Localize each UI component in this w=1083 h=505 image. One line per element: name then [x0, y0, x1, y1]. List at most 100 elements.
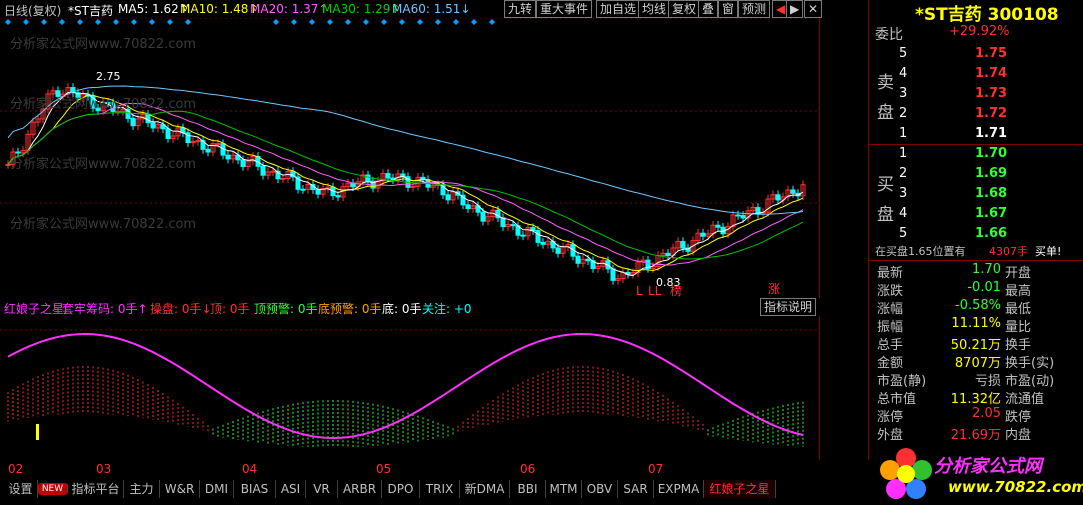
period-label[interactable]: 日线(复权): [4, 2, 61, 19]
candle-body: [315, 189, 321, 195]
tab-7[interactable]: ASI: [276, 480, 306, 498]
stat-label: 振幅: [877, 320, 904, 335]
tab-10[interactable]: DPO: [382, 480, 420, 498]
header-button-0[interactable]: 九转: [504, 0, 537, 18]
event-marker: [95, 19, 101, 25]
close-button[interactable]: ✕: [804, 0, 823, 18]
candle-body: [540, 241, 546, 245]
chart-header: 日线(复权) *ST吉药 MA5: 1.62↑ MA10: 1.48↑ MA20…: [0, 0, 868, 18]
tab-9[interactable]: ARBR: [338, 480, 382, 498]
stat-right-label: 最低: [1005, 302, 1032, 317]
candle-body: [680, 241, 686, 249]
buy-level: 5: [899, 226, 908, 241]
stat-value: 50.21万: [950, 338, 1001, 353]
buy-price: 1.68: [975, 186, 1008, 201]
header-button-2[interactable]: 加自选: [596, 0, 641, 18]
candle-body: [270, 170, 276, 173]
event-marker: [5, 19, 11, 25]
stat-label: 总手: [877, 338, 904, 353]
stat-right-label: 开盘: [1005, 266, 1032, 281]
sell-level: 2: [899, 106, 908, 121]
tab-16[interactable]: SAR: [618, 480, 654, 498]
stat-label: 涨幅: [877, 302, 904, 317]
quote-panel: *ST吉药 300108 委比 +29.92% 5 1.75 4 1.74 3 1.73 2…: [868, 0, 1083, 460]
tab-8[interactable]: VR: [306, 480, 338, 498]
sell-level: 5: [899, 46, 908, 61]
buy-label-1: 买: [877, 175, 894, 195]
candle-body: [145, 113, 151, 124]
event-marker: [471, 19, 477, 25]
month-label: 04: [242, 462, 258, 476]
buy-label-2: 盘: [877, 205, 894, 225]
ma20-line: [7, 102, 804, 266]
candle-body: [555, 247, 561, 254]
tab-4[interactable]: W&R: [160, 480, 200, 498]
event-marker: [273, 19, 279, 25]
header-button-7[interactable]: 预测: [738, 0, 771, 18]
sell-price: 1.74: [975, 66, 1008, 81]
indicator-name[interactable]: 红娘子之星: [4, 300, 64, 317]
stat-label: 金额: [877, 356, 904, 371]
indicator-line: [7, 333, 804, 440]
stat-label: 总市值: [877, 392, 917, 407]
month-label: 03: [96, 462, 112, 476]
tab-15[interactable]: OBV: [582, 480, 618, 498]
candle-body: [190, 141, 196, 144]
stat-right-label: 换手(实): [1005, 356, 1055, 371]
buy-price: 1.69: [975, 166, 1008, 181]
event-marker: [435, 19, 441, 25]
stat-value: 11.11%: [951, 316, 1001, 331]
tab-5[interactable]: DMI: [200, 480, 234, 498]
buy-price: 1.67: [975, 206, 1008, 221]
stat-label: 最新: [877, 266, 904, 281]
candle-body: [55, 90, 61, 97]
indicator-explain-button[interactable]: 指标说明: [760, 298, 817, 316]
ma5-label: MA5: 1.62↑: [118, 2, 189, 16]
candle-body: [665, 252, 671, 257]
candlestick-chart[interactable]: 3.302.431.570.702.750.83LLL榜涨分析家公式网www.7…: [0, 18, 820, 298]
candle-body: [480, 211, 486, 222]
tab-13[interactable]: BBI: [510, 480, 546, 498]
brand-logo: 分析家公式网 www.70822.com: [868, 440, 1083, 505]
stat-right-label: 市盈(动): [1005, 374, 1055, 389]
candle-body: [215, 143, 221, 146]
header-button-3[interactable]: 均线: [638, 0, 671, 18]
buy-level: 3: [899, 186, 908, 201]
indicator-item-2: 顶: 0手: [210, 302, 250, 316]
flower-logo-icon: [880, 448, 932, 499]
tab-1[interactable]: NEW: [38, 483, 68, 495]
month-label: 02: [8, 462, 24, 476]
candle-body: [530, 227, 536, 232]
high-annotation: 2.75: [96, 70, 121, 83]
tab-3[interactable]: 主力: [124, 480, 160, 498]
tab-2[interactable]: 指标平台: [68, 480, 124, 498]
tab-11[interactable]: TRIX: [420, 480, 460, 498]
nav-next-button[interactable]: ▶: [786, 0, 804, 18]
tab-6[interactable]: BIAS: [234, 480, 276, 498]
header-button-5[interactable]: 叠: [698, 0, 719, 18]
watermark-text: 分析家公式网www.70822.com: [10, 96, 196, 112]
stat-value: 亏损: [974, 374, 1001, 389]
tab-17[interactable]: EXPMA: [654, 480, 704, 498]
stat-label: 市盈(静): [877, 374, 927, 389]
weibi-label: 委比: [875, 27, 903, 43]
header-button-4[interactable]: 复权: [668, 0, 701, 18]
header-button-1[interactable]: 重大事件: [536, 0, 593, 18]
header-button-6[interactable]: 窗: [718, 0, 739, 18]
event-marker: [149, 19, 155, 25]
tab-18[interactable]: 红娘子之星: [704, 480, 776, 498]
stat-value: 8707万: [954, 356, 1001, 371]
tab-0[interactable]: 设置: [4, 480, 38, 498]
candle-body: [465, 204, 471, 210]
candle-body: [300, 188, 306, 191]
indicator-chart[interactable]: 000: [0, 316, 820, 460]
event-marker: [417, 19, 423, 25]
signal-bar: [36, 424, 39, 440]
zhang-mark: 涨: [768, 281, 780, 296]
stat-value: 2.05: [972, 406, 1001, 421]
candle-body: [385, 173, 391, 179]
tab-14[interactable]: MTM: [546, 480, 582, 498]
buy-level: 4: [899, 206, 908, 221]
tab-12[interactable]: 新DMA: [460, 480, 510, 498]
candle-body: [195, 140, 201, 143]
